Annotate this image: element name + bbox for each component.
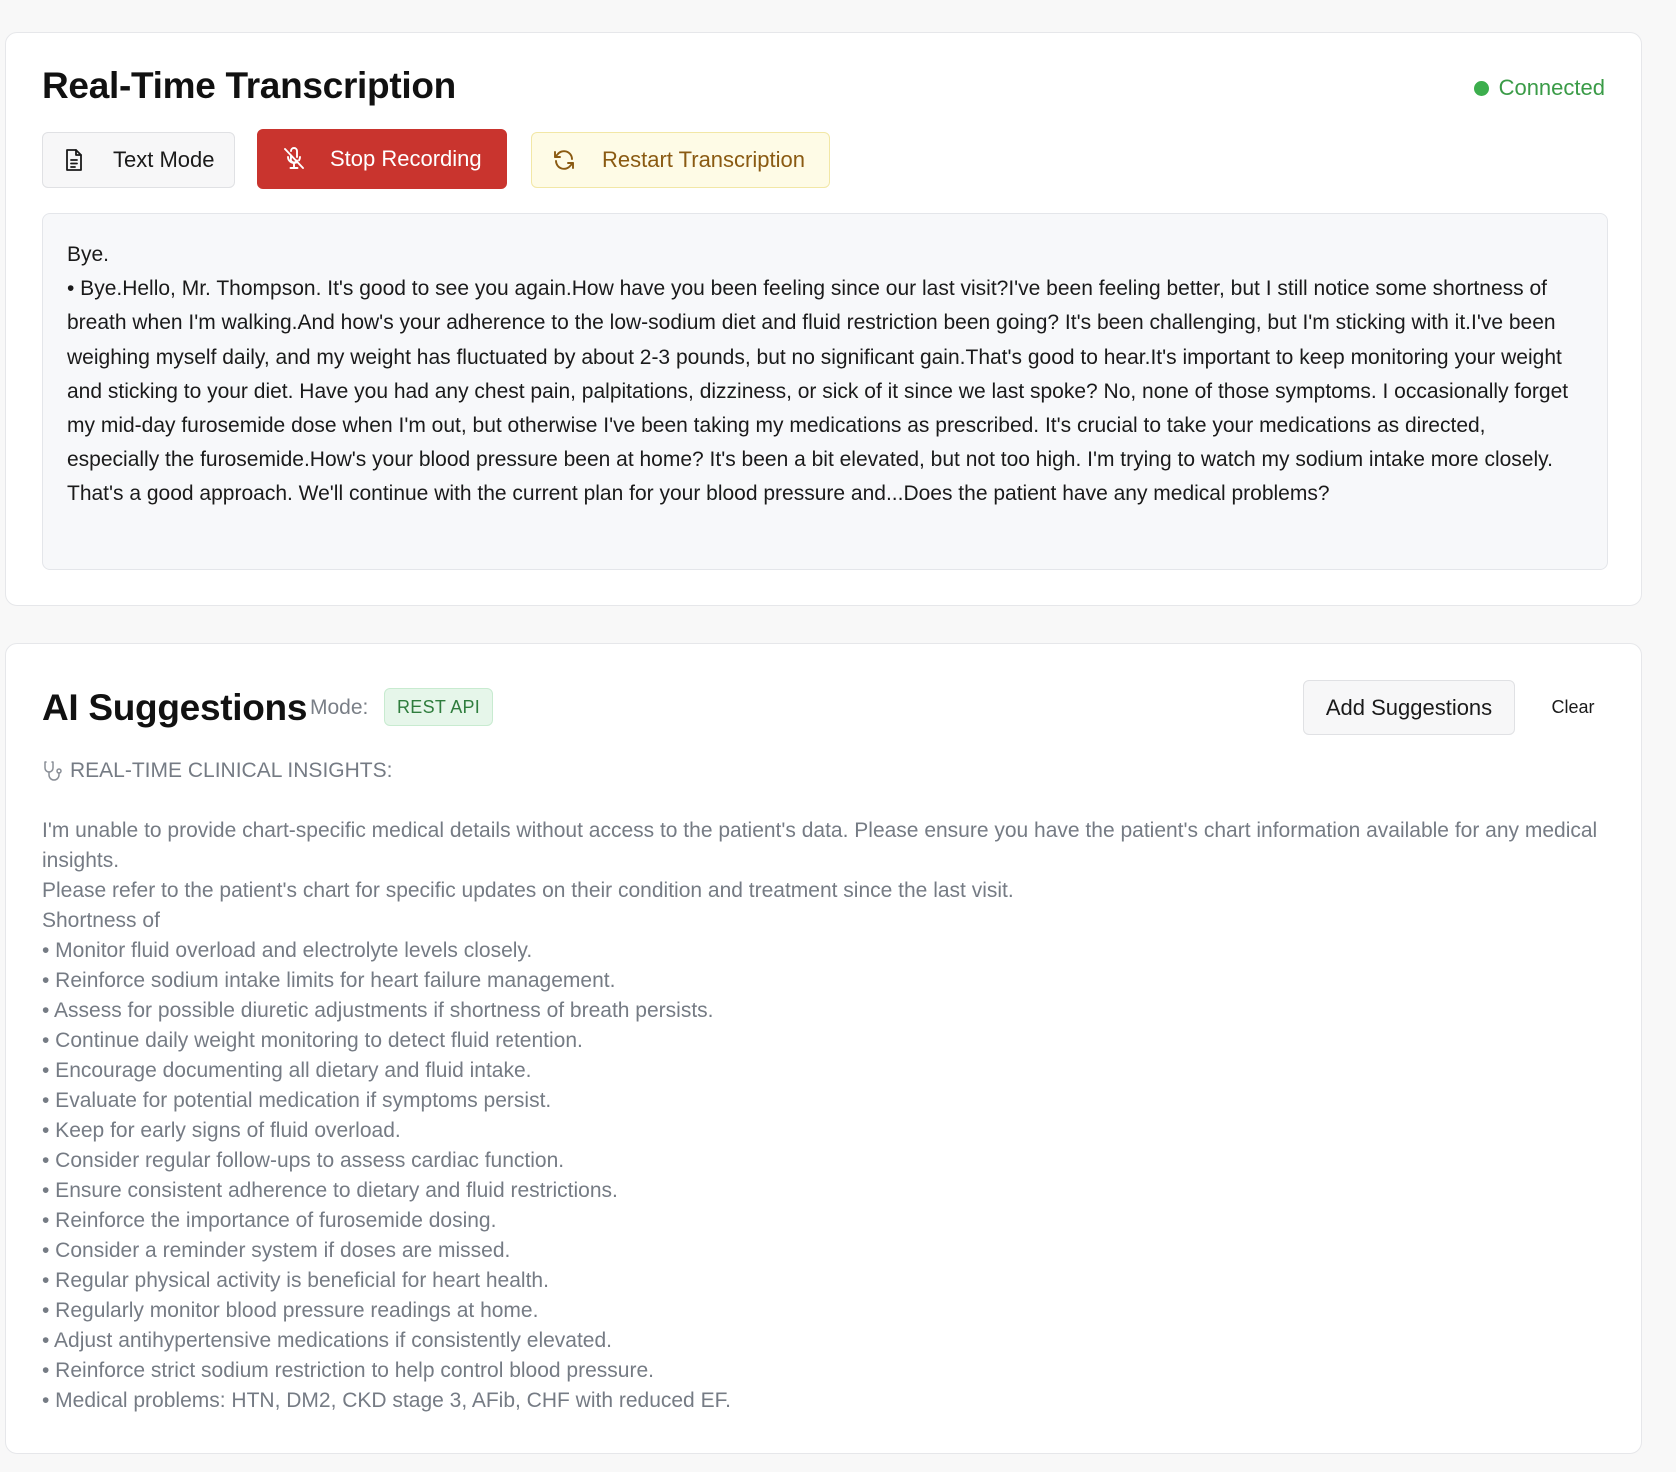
ai-suggestions-title: AI Suggestions (42, 687, 308, 728)
suggestion-item: • Reinforce strict sodium restriction to… (42, 1359, 654, 1382)
ai-paragraph: Shortness of (42, 909, 160, 932)
suggestion-item: • Reinforce the importance of furosemide… (42, 1209, 497, 1232)
transcript-body: • Bye.Hello, Mr. Thompson. It's good to … (67, 277, 1569, 506)
suggestion-item: • Encourage documenting all dietary and … (42, 1059, 532, 1082)
suggestion-item: • Continue daily weight monitoring to de… (42, 1029, 583, 1052)
suggestion-item: • Evaluate for potential medication if s… (42, 1089, 552, 1112)
insights-heading: REAL-TIME CLINICAL INSIGHTS: (42, 756, 1612, 786)
transcript-box: Bye. • Bye.Hello, Mr. Thompson. It's goo… (42, 213, 1608, 570)
transcription-panel: Real-Time Transcription Connected Text M… (5, 32, 1642, 606)
insights-heading-text: REAL-TIME CLINICAL INSIGHTS: (70, 759, 393, 782)
suggestion-item: • Regularly monitor blood pressure readi… (42, 1299, 539, 1322)
suggestion-item: • Regular physical activity is beneficia… (42, 1269, 549, 1292)
suggestion-item: • Monitor fluid overload and electrolyte… (42, 939, 533, 962)
suggestion-item: • Assess for possible diuretic adjustmen… (42, 999, 714, 1022)
stop-recording-label: Stop Recording (330, 146, 482, 171)
stop-recording-button[interactable]: Stop Recording (257, 129, 507, 189)
clear-button[interactable]: Clear (1537, 680, 1609, 735)
suggestion-item: • Keep for early signs of fluid overload… (42, 1119, 401, 1142)
transcript-line: Bye. (67, 243, 110, 266)
mode-label: Mode: (310, 696, 369, 719)
text-mode-button[interactable]: Text Mode (42, 132, 235, 188)
text-mode-label: Text Mode (113, 147, 215, 172)
ai-suggestions-content: REAL-TIME CLINICAL INSIGHTS: I'm unable … (42, 756, 1612, 1416)
mode-badge: REST API (384, 688, 494, 726)
connection-status-label: Connected (1498, 75, 1605, 100)
transcription-title: Real-Time Transcription (42, 65, 456, 106)
suggestion-item: • Medical problems: HTN, DM2, CKD stage … (42, 1389, 731, 1412)
add-suggestions-button[interactable]: Add Suggestions (1303, 680, 1515, 735)
stethoscope-icon (44, 761, 62, 781)
suggestion-item: • Adjust antihypertensive medications if… (42, 1329, 612, 1352)
ai-paragraph: I'm unable to provide chart-specific med… (42, 819, 1598, 872)
suggestion-list: • Monitor fluid overload and electrolyte… (42, 936, 1612, 1416)
suggestion-item: • Ensure consistent adherence to dietary… (42, 1179, 618, 1202)
suggestion-item: • Reinforce sodium intake limits for hea… (42, 969, 616, 992)
ai-suggestions-panel: AI Suggestions Mode: REST API Add Sugges… (5, 643, 1642, 1454)
restart-transcription-label: Restart Transcription (602, 147, 805, 172)
suggestion-item: • Consider regular follow-ups to assess … (42, 1149, 565, 1172)
mic-off-icon (284, 147, 304, 169)
status-dot-icon (1473, 80, 1489, 96)
refresh-icon (554, 150, 574, 170)
ai-paragraph: Please refer to the patient's chart for … (42, 879, 1014, 902)
connection-status: Connected (1473, 75, 1605, 101)
suggestion-item: • Consider a reminder system if doses ar… (42, 1239, 511, 1262)
document-icon (66, 149, 82, 171)
restart-transcription-button[interactable]: Restart Transcription (531, 132, 830, 188)
